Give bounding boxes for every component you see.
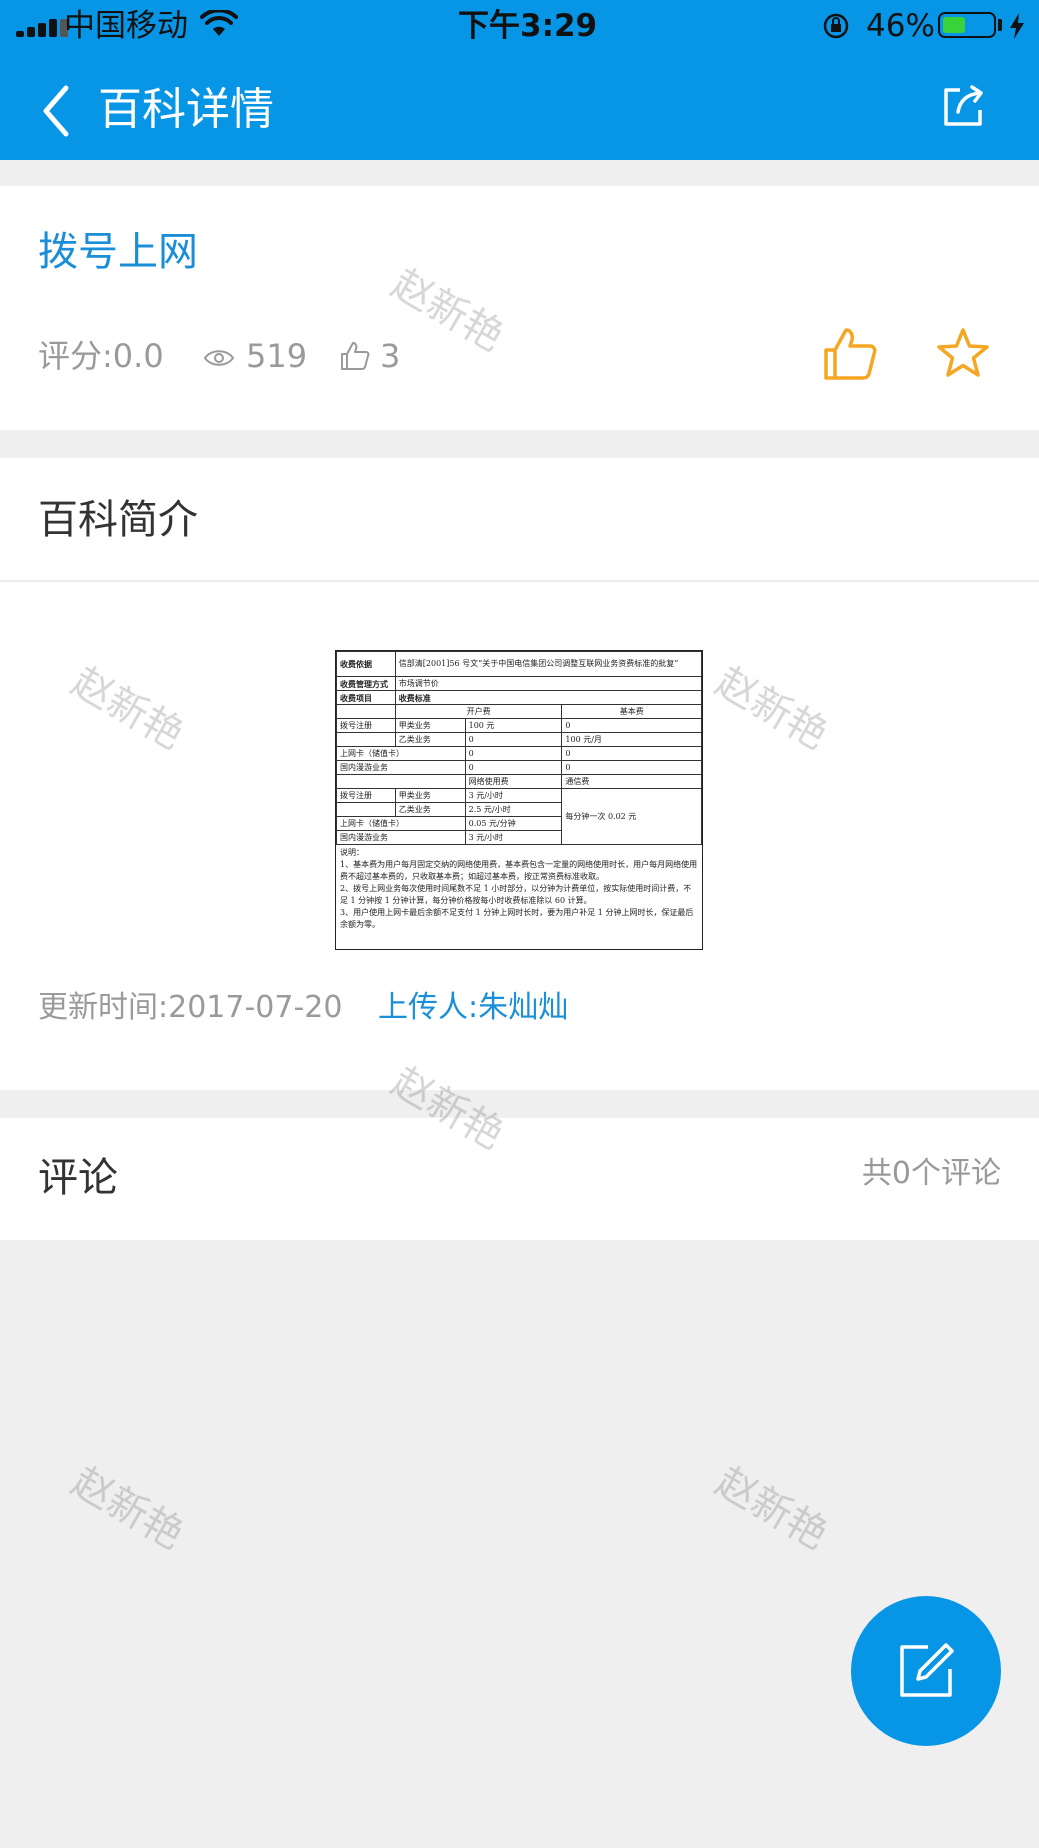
watermark: 赵新艳 bbox=[64, 1458, 191, 1559]
status-bar: 中国移动 下午3:29 46% bbox=[0, 0, 1039, 52]
doc-cell: 开户费 bbox=[394, 704, 563, 719]
doc-cell: 乙类业务 bbox=[394, 732, 466, 747]
rating-label: 评分:0.0 bbox=[38, 337, 164, 375]
update-time: 更新时间:2017-07-20 bbox=[38, 990, 343, 1025]
doc-cell: 0 bbox=[561, 746, 702, 761]
edit-icon bbox=[900, 1643, 954, 1697]
doc-cell: 国内漫游业务 bbox=[336, 830, 466, 845]
app-header: 中国移动 下午3:29 46% 百科详情 bbox=[0, 0, 1039, 160]
uploader-link[interactable]: 上传人:朱灿灿 bbox=[378, 986, 568, 1030]
doc-cell: 3 元/小时 bbox=[464, 830, 563, 845]
charging-icon bbox=[1010, 13, 1024, 39]
intro-heading: 百科简介 bbox=[38, 497, 198, 543]
doc-cell: 上网卡（储值卡） bbox=[336, 746, 466, 761]
watermark: 赵新艳 bbox=[708, 1458, 835, 1559]
doc-cell: 0 bbox=[464, 746, 563, 761]
intro-card: 百科简介 收费依据 信部清[2001]56 号文“关于中国电信集团公司调整互联网业… bbox=[0, 458, 1039, 1090]
comments-heading: 评论 bbox=[38, 1155, 118, 1201]
doc-cell: 0.05 元/分钟 bbox=[464, 816, 563, 831]
doc-cell: 市场调节价 bbox=[394, 676, 702, 691]
signal-icon bbox=[16, 19, 68, 37]
doc-cell: 0 bbox=[464, 732, 563, 747]
doc-cell: 拨号注册 bbox=[336, 718, 396, 733]
doc-cell: 收费依据 bbox=[336, 651, 396, 677]
article-title: 拨号上网 bbox=[38, 229, 198, 275]
doc-cell: 拨号注册 bbox=[336, 788, 396, 803]
doc-cell: 0 bbox=[561, 718, 702, 733]
share-icon[interactable] bbox=[940, 84, 986, 130]
rotation-lock-icon bbox=[823, 13, 849, 39]
battery-percent: 46% bbox=[866, 8, 935, 44]
doc-cell: 0 bbox=[561, 760, 702, 775]
doc-cell: 收费标准 bbox=[394, 690, 702, 705]
doc-cell: 网络使用费 bbox=[464, 774, 563, 789]
status-time: 下午3:29 bbox=[458, 8, 598, 44]
doc-cell: 100 元 bbox=[464, 718, 563, 733]
doc-cell: 0 bbox=[464, 760, 563, 775]
doc-cell: 甲类业务 bbox=[394, 788, 466, 803]
eye-icon bbox=[203, 350, 235, 366]
doc-cell: 国内漫游业务 bbox=[336, 760, 466, 775]
doc-cell: 收费管理方式 bbox=[336, 676, 396, 691]
write-comment-button[interactable] bbox=[851, 1596, 1001, 1746]
divider bbox=[0, 580, 1039, 582]
doc-notes: 说明： 1、基本费为用户每月固定交纳的网络使用费，基本费包含一定量的网络使用时长… bbox=[340, 848, 698, 929]
doc-cell: 每分钟一次 0.02 元 bbox=[561, 788, 702, 845]
like-count-icon bbox=[341, 342, 370, 370]
doc-cell: 100 元/月 bbox=[561, 732, 702, 747]
back-button[interactable] bbox=[38, 82, 78, 140]
fee-document-image[interactable]: 收费依据 信部清[2001]56 号文“关于中国电信集团公司调整互联网业务资费标准… bbox=[335, 650, 703, 950]
view-count: 519 bbox=[246, 337, 308, 375]
star-icon[interactable] bbox=[935, 326, 991, 382]
nav-bar: 百科详情 bbox=[0, 60, 1039, 160]
like-count: 3 bbox=[380, 337, 401, 375]
fee-table: 收费依据 信部清[2001]56 号文“关于中国电信集团公司调整互联网业务资费标准… bbox=[336, 651, 702, 845]
doc-cell: 信部清[2001]56 号文“关于中国电信集团公司调整互联网业务资费标准的批复” bbox=[394, 651, 702, 677]
doc-cell: 乙类业务 bbox=[394, 802, 466, 817]
wifi-icon bbox=[200, 10, 238, 36]
doc-cell: 3 元/小时 bbox=[464, 788, 563, 803]
doc-cell: 基本费 bbox=[561, 704, 702, 719]
thumbs-up-icon[interactable] bbox=[822, 326, 878, 382]
doc-cell: 甲类业务 bbox=[394, 718, 466, 733]
battery-icon bbox=[938, 12, 996, 38]
doc-cell: 上网卡（储值卡） bbox=[336, 816, 466, 831]
comment-count: 共0个评论 bbox=[861, 1156, 1001, 1191]
comments-card: 评论 共0个评论 bbox=[0, 1118, 1039, 1240]
article-title-card: 拨号上网 评分:0.0 519 3 bbox=[0, 186, 1039, 430]
doc-cell: 2.5 元/小时 bbox=[464, 802, 563, 817]
carrier-label: 中国移动 bbox=[64, 8, 188, 44]
page-header-title: 百科详情 bbox=[98, 84, 274, 135]
doc-cell: 收费项目 bbox=[336, 690, 396, 705]
doc-cell: 通信费 bbox=[561, 774, 702, 789]
